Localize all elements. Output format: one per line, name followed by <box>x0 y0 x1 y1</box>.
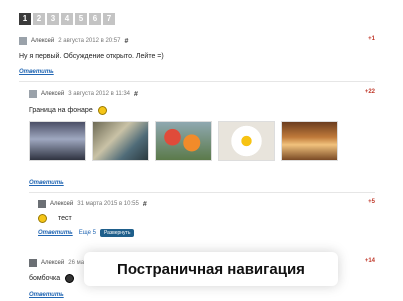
avatar <box>29 90 37 98</box>
comment-author: Алексей <box>41 91 65 97</box>
expand-button[interactable]: Развернуть <box>99 229 135 237</box>
comment-score: +22 <box>364 89 375 95</box>
reply-link[interactable]: Ответить <box>19 69 54 75</box>
avatar <box>38 200 46 208</box>
comment-body: тест <box>58 215 72 222</box>
caption-overlay: Постраничная навигация <box>84 252 338 286</box>
page-4-button[interactable]: 4 <box>61 13 73 25</box>
comment-author: Алексей <box>31 38 55 44</box>
comment-author: Алексей <box>41 260 65 266</box>
comment-header: Алексей 2 августа 2012 в 20:57 # +1 <box>19 36 375 46</box>
comment-actions: Ответить Еще 5 Развернуть <box>38 229 375 237</box>
gallery-thumbnail-bedroom[interactable] <box>281 121 338 161</box>
bomb-icon <box>65 274 75 283</box>
smiley-icon <box>97 106 107 115</box>
more-replies-link[interactable]: Еще 5 <box>79 230 96 236</box>
comment-permalink[interactable]: # <box>143 201 147 208</box>
gallery-thumbnail-lamp[interactable] <box>29 121 86 161</box>
image-gallery <box>29 121 375 161</box>
comment-score: +1 <box>368 36 375 42</box>
gallery-thumbnail-flowers[interactable] <box>155 121 212 161</box>
comment: Алексей 31 марта 2015 в 10:55 # +5 тест … <box>38 199 375 237</box>
avatar <box>19 37 27 45</box>
comment: Алексей 2 августа 2012 в 20:57 # +1 Ну я… <box>19 36 375 82</box>
comment-score: +5 <box>368 199 375 205</box>
comment-text: тест <box>38 214 375 223</box>
page-5-button[interactable]: 5 <box>75 13 87 25</box>
comment-author: Алексей <box>50 201 74 207</box>
reply-link[interactable]: Ответить <box>38 230 73 236</box>
reply-link[interactable]: Ответить <box>29 180 64 186</box>
comment-permalink[interactable]: # <box>124 38 128 45</box>
reply-link[interactable]: Ответить <box>29 292 64 298</box>
page-2-button[interactable]: 2 <box>33 13 45 25</box>
comment-text: Ну я первый. Обсуждение открыто. Лейте =… <box>19 53 375 60</box>
divider <box>19 81 375 82</box>
comment-header: Алексей 31 марта 2015 в 10:55 # +5 <box>38 199 375 209</box>
comment-text: Граница на фонаре <box>29 106 375 115</box>
comment-header: Алексей 3 августа 2012 в 11:34 # +22 <box>29 89 375 99</box>
comment-body: бомбочка <box>29 275 61 282</box>
gallery-thumbnail-street[interactable] <box>92 121 149 161</box>
comment-body: Ну я первый. Обсуждение открыто. Лейте =… <box>19 53 164 60</box>
smiley-icon <box>38 214 47 223</box>
comment-date: 2 августа 2012 в 20:57 <box>58 38 121 44</box>
divider <box>29 192 375 193</box>
comment-date: 31 марта 2015 в 10:55 <box>77 201 139 207</box>
gallery-thumbnail-egg[interactable] <box>218 121 275 161</box>
page-1-button[interactable]: 1 <box>19 13 31 25</box>
comment-body: Граница на фонаре <box>29 107 93 114</box>
comment-date: 26 ма <box>68 260 85 266</box>
comment-date: 3 августа 2012 в 11:34 <box>68 91 131 97</box>
comment: Алексей 3 августа 2012 в 11:34 # +22 Гра… <box>29 89 375 193</box>
page-3-button[interactable]: 3 <box>47 13 59 25</box>
pagination: 1 2 3 4 5 6 7 <box>19 13 115 25</box>
caption-text: Постраничная навигация <box>117 260 305 278</box>
comment-permalink[interactable]: # <box>134 91 138 98</box>
avatar <box>29 259 37 267</box>
comment-score: +14 <box>364 258 375 264</box>
page-7-button[interactable]: 7 <box>103 13 115 25</box>
page-6-button[interactable]: 6 <box>89 13 101 25</box>
